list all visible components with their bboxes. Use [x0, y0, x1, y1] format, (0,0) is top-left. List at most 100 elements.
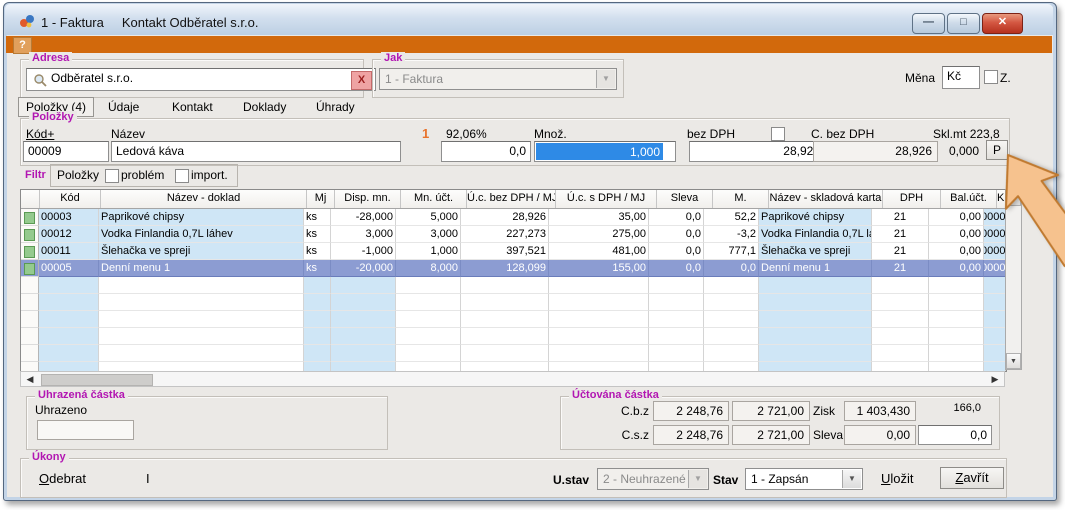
- empty-row: [21, 294, 1006, 311]
- table-cell: 21: [872, 260, 929, 277]
- table-row[interactable]: 00012Vodka Finlandia 0,7L láhevks3,0003,…: [21, 226, 1006, 243]
- window-title: 1 - FakturaKontakt Odběratel s.r.o.: [41, 15, 258, 30]
- address-input[interactable]: Odběratel s.r.o. X: [26, 68, 376, 91]
- import-checkbox-label: import.: [191, 168, 228, 182]
- z-checkbox[interactable]: [984, 70, 998, 84]
- hscroll-thumb[interactable]: [41, 374, 153, 386]
- table-cell: [396, 277, 461, 294]
- problem-checkbox-label: problém: [121, 168, 164, 182]
- table-cell: [704, 345, 759, 362]
- chevron-down-icon[interactable]: ▼: [596, 70, 615, 88]
- row-indicator: [21, 277, 39, 294]
- tab-uhrady[interactable]: Úhrady: [316, 100, 355, 114]
- table-cell: [304, 294, 331, 311]
- minimize-button[interactable]: —: [912, 13, 945, 34]
- table-cell: ks: [304, 209, 331, 226]
- table-cell: 0000: [984, 226, 1006, 243]
- currency-input[interactable]: Kč: [942, 66, 980, 89]
- table-cell: Denní menu 1: [759, 260, 872, 277]
- table-cell: [331, 294, 396, 311]
- net-price-label: bez DPH: [687, 127, 735, 141]
- table-cell: 0,00: [929, 209, 984, 226]
- qty-selected-text: 1,000: [536, 143, 663, 160]
- table-cell: [396, 345, 461, 362]
- column-header[interactable]: Název - skladová karta: [769, 190, 883, 208]
- column-header[interactable]: M.: [713, 190, 769, 208]
- horizontal-scrollbar[interactable]: ◀ ▶: [20, 371, 1005, 387]
- table-cell: [649, 311, 704, 328]
- pay-state-value: 2 - Neuhrazené, be:: [603, 472, 686, 486]
- tab-udaje[interactable]: Údaje: [108, 100, 139, 114]
- chevron-down-icon[interactable]: ▼: [688, 470, 707, 488]
- table-cell: 00012: [39, 226, 99, 243]
- table-cell: -1,000: [331, 243, 396, 260]
- table-row[interactable]: 00011Šlehačka ve sprejiks-1,0001,000397,…: [21, 243, 1006, 260]
- maximize-button[interactable]: □: [947, 13, 980, 34]
- column-header[interactable]: Mn. účt.: [401, 190, 467, 208]
- tab-doklady[interactable]: Doklady: [243, 100, 286, 114]
- column-header[interactable]: Sleva: [657, 190, 713, 208]
- clear-address-icon[interactable]: X: [351, 71, 372, 90]
- scroll-left-icon[interactable]: ◀: [23, 373, 37, 385]
- margin-percent-input[interactable]: 0,0: [441, 141, 531, 162]
- table-cell: [549, 294, 649, 311]
- column-header[interactable]: Disp. mn.: [335, 190, 401, 208]
- net-price-checkbox[interactable]: [771, 127, 785, 141]
- table-row[interactable]: 00003Paprikové chipsyks-28,0005,00028,92…: [21, 209, 1006, 226]
- tab-kontakt[interactable]: Kontakt: [172, 100, 213, 114]
- empty-row: [21, 277, 1006, 294]
- column-header[interactable]: DPH: [883, 190, 941, 208]
- column-header[interactable]: Mj: [307, 190, 335, 208]
- chevron-down-icon[interactable]: ▼: [842, 470, 861, 488]
- problem-checkbox[interactable]: [105, 169, 119, 183]
- pay-state-select[interactable]: 2 - Neuhrazené, be: ▼: [597, 468, 709, 490]
- table-cell: [649, 345, 704, 362]
- qty-input[interactable]: 1,000: [534, 141, 676, 162]
- table-cell: [984, 345, 1006, 362]
- qty-label: Množ.: [534, 127, 567, 141]
- table-cell: [704, 294, 759, 311]
- column-header[interactable]: Ú.c. s DPH / MJ: [556, 190, 657, 208]
- titlebar[interactable]: 1 - FakturaKontakt Odběratel s.r.o.: [5, 4, 1053, 35]
- app-icon: [19, 13, 35, 29]
- table-cell: 00011: [39, 243, 99, 260]
- item-name-input[interactable]: Ledová káva: [111, 141, 401, 162]
- filter-box: Položky problém import.: [50, 164, 238, 187]
- net-price-input[interactable]: 28,926: [689, 141, 825, 162]
- column-header[interactable]: Ú.c. bez DPH / MJ: [467, 190, 556, 208]
- table-cell: [331, 345, 396, 362]
- table-cell: [39, 345, 99, 362]
- doc-type-select[interactable]: 1 - Faktura ▼: [379, 68, 617, 90]
- address-group: Adresa Odběratel s.r.o. X: [20, 59, 364, 98]
- table-cell: Paprikové chipsy: [99, 209, 304, 226]
- scroll-down-icon[interactable]: ▼: [1006, 353, 1021, 369]
- row-marker-icon: [24, 246, 35, 258]
- table-row[interactable]: 00005Denní menu 1ks-20,0008,000128,09915…: [21, 260, 1006, 277]
- table-cell: 35,00: [549, 209, 649, 226]
- paid-field-box[interactable]: [37, 420, 134, 440]
- column-header[interactable]: Bal.účt.: [941, 190, 997, 208]
- save-button[interactable]: Uložit: [881, 471, 914, 486]
- discount-input[interactable]: 0,0: [918, 425, 992, 445]
- table-cell: [929, 345, 984, 362]
- column-header[interactable]: Kód: [40, 190, 101, 208]
- remove-button[interactable]: Odebrat: [39, 471, 86, 486]
- row-indicator: [21, 328, 39, 345]
- close-form-button[interactable]: Zavřít: [940, 467, 1004, 489]
- item-code-input[interactable]: 00009: [23, 141, 109, 162]
- close-button[interactable]: ✕: [982, 13, 1023, 34]
- header-indicator-cell: [21, 190, 40, 208]
- table-cell: 0,0: [704, 260, 759, 277]
- table-cell: [872, 328, 929, 345]
- table-cell: [99, 294, 304, 311]
- state-select[interactable]: 1 - Zapsán ▼: [745, 468, 863, 490]
- table-cell: 28,926: [461, 209, 549, 226]
- table-cell: Denní menu 1: [99, 260, 304, 277]
- scroll-right-icon[interactable]: ▶: [988, 373, 1002, 385]
- import-checkbox[interactable]: [175, 169, 189, 183]
- address-value: Odběratel s.r.o.: [51, 71, 133, 85]
- row-indicator: [21, 311, 39, 328]
- pay-state-label: U.stav: [553, 473, 589, 487]
- column-header[interactable]: Název - doklad: [101, 190, 307, 208]
- discount-label: Sleva: [813, 428, 843, 442]
